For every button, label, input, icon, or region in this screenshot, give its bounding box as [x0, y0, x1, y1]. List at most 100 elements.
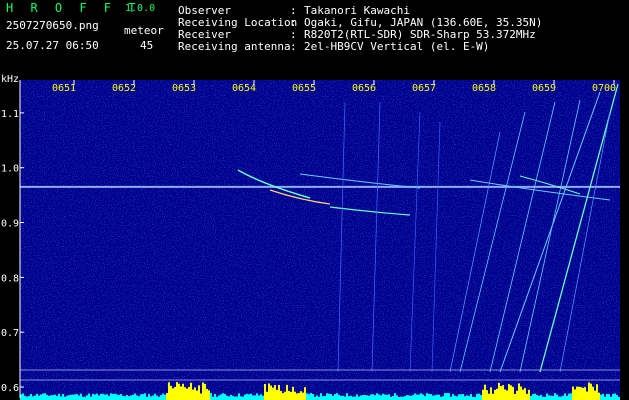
level-bar: [300, 391, 302, 400]
level-bar: [32, 396, 34, 400]
level-bar: [386, 394, 388, 400]
level-bar: [568, 393, 570, 400]
level-bar: [142, 394, 144, 400]
level-bar: [206, 388, 208, 400]
level-bar: [594, 390, 596, 400]
time-tick-label: 0658: [472, 83, 496, 94]
level-bar: [526, 393, 528, 400]
level-bar: [362, 394, 364, 400]
level-bar: [484, 384, 486, 400]
level-bar: [42, 393, 44, 400]
level-bar: [534, 393, 536, 400]
level-bar: [96, 393, 98, 400]
level-bar: [192, 389, 194, 400]
spectrogram: kHz 0651 0652 0653 0654 0655 0656 0657 0658 0659…: [1, 74, 620, 400]
level-bar: [514, 393, 516, 400]
level-bar: [284, 391, 286, 400]
level-bar: [442, 396, 444, 400]
level-bar: [502, 385, 504, 400]
level-bar: [154, 393, 156, 400]
level-bar: [298, 392, 300, 400]
level-bar: [44, 393, 46, 400]
level-bar: [292, 386, 294, 400]
level-bar: [394, 393, 396, 400]
level-bar: [350, 395, 352, 400]
level-bar: [270, 385, 272, 400]
level-bar: [48, 395, 50, 400]
time-tick-label: 0652: [112, 83, 136, 94]
level-bar: [226, 395, 228, 400]
level-bar: [434, 395, 436, 400]
level-bar: [60, 396, 62, 400]
time-tick-label: 0657: [412, 83, 436, 94]
level-bar: [470, 393, 472, 400]
level-bar: [614, 393, 616, 400]
level-bar: [24, 395, 26, 400]
level-bar: [378, 394, 380, 400]
level-bar: [404, 396, 406, 400]
level-bar: [56, 395, 58, 400]
level-bar: [468, 396, 470, 400]
level-bar: [196, 390, 198, 400]
level-bar: [590, 383, 592, 400]
freq-tick-label: 0.7: [1, 328, 19, 339]
level-bar: [612, 393, 614, 400]
level-bar: [150, 396, 152, 400]
level-bar: [222, 393, 224, 400]
level-bar: [308, 394, 310, 400]
level-bar: [38, 395, 40, 400]
level-bar: [70, 394, 72, 400]
level-bar: [120, 394, 122, 400]
level-bar: [482, 389, 484, 400]
level-bar: [324, 396, 326, 400]
level-bar: [102, 393, 104, 400]
level-bar: [184, 387, 186, 400]
level-bar: [510, 385, 512, 400]
level-bar: [546, 393, 548, 400]
level-bar: [244, 394, 246, 400]
level-bar: [356, 394, 358, 400]
level-bar: [572, 386, 574, 400]
level-bar: [160, 395, 162, 400]
level-bar: [230, 394, 232, 400]
freq-tick-label: 1.1: [1, 109, 19, 120]
time-tick-label: 0700: [592, 83, 616, 94]
level-bar: [550, 395, 552, 400]
level-bar: [112, 393, 114, 400]
level-bar: [94, 394, 96, 400]
time-tick-label: 0654: [232, 83, 256, 94]
antenna-label: Receiving antenna: [178, 40, 291, 53]
level-bar: [186, 388, 188, 400]
level-bar: [368, 395, 370, 400]
level-bar: [334, 394, 336, 400]
level-bar: [118, 395, 120, 400]
level-bar: [198, 385, 200, 400]
level-bar: [218, 395, 220, 400]
level-bar: [586, 391, 588, 400]
level-bar: [346, 393, 348, 400]
level-bar: [148, 394, 150, 400]
level-bar: [220, 394, 222, 400]
level-bar: [130, 395, 132, 400]
level-bar: [490, 387, 492, 400]
level-bar: [524, 388, 526, 400]
level-bar: [478, 393, 480, 400]
level-bar: [606, 393, 608, 400]
level-bar: [448, 393, 450, 400]
level-bar: [66, 395, 68, 400]
level-bar: [76, 394, 78, 400]
level-bar: [78, 395, 80, 400]
level-bar: [104, 394, 106, 400]
level-bar: [240, 396, 242, 400]
level-bar: [182, 383, 184, 400]
level-bar: [430, 394, 432, 400]
level-bar: [512, 386, 514, 400]
level-bar: [374, 395, 376, 400]
time-tick-label: 0653: [172, 83, 196, 94]
date-time: 25.07.27 06:50: [6, 39, 99, 52]
level-bar: [576, 386, 578, 400]
level-bar: [532, 393, 534, 400]
level-bar: [354, 396, 356, 400]
level-bar: [332, 395, 334, 400]
level-bar: [122, 395, 124, 400]
